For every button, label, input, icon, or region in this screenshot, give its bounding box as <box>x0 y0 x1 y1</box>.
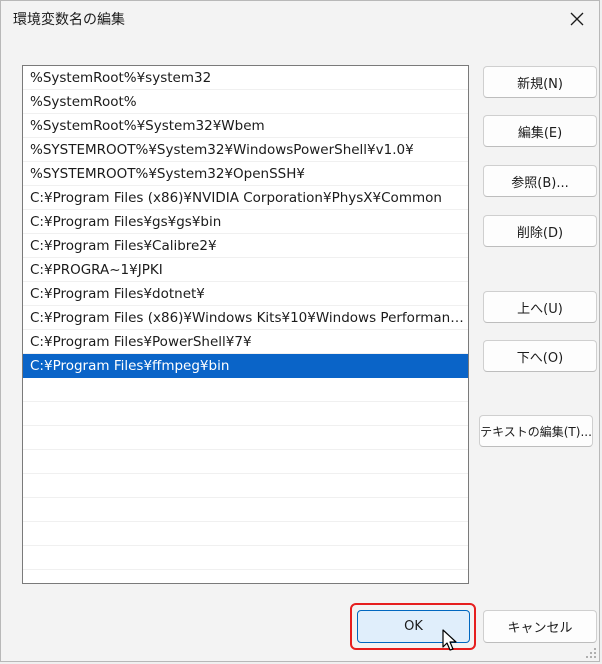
mouse-pointer-icon <box>442 629 457 651</box>
empty-list-row <box>23 546 468 570</box>
move-down-button[interactable]: 下へ(O) <box>483 340 597 372</box>
list-item[interactable]: C:¥Program Files¥dotnet¥ <box>23 282 468 306</box>
edit-text-button[interactable]: テキストの編集(T)... <box>479 415 593 447</box>
empty-list-row <box>23 570 468 583</box>
list-item[interactable]: C:¥Program Files¥PowerShell¥7¥ <box>23 330 468 354</box>
list-item[interactable]: C:¥Program Files (x86)¥NVIDIA Corporatio… <box>23 186 468 210</box>
resize-grip-icon[interactable] <box>585 647 597 659</box>
list-item[interactable]: C:¥Program Files (x86)¥Windows Kits¥10¥W… <box>23 306 468 330</box>
list-item[interactable]: C:¥Program Files¥Calibre2¥ <box>23 234 468 258</box>
close-button[interactable] <box>563 5 591 33</box>
empty-list-row <box>23 426 468 450</box>
list-item[interactable]: %SystemRoot% <box>23 90 468 114</box>
empty-list-row <box>23 522 468 546</box>
cancel-button[interactable]: キャンセル <box>483 610 597 643</box>
dialog-title: 環境変数名の編集 <box>13 12 125 28</box>
empty-list-row <box>23 402 468 426</box>
empty-list-row <box>23 498 468 522</box>
list-item[interactable]: %SystemRoot%¥system32 <box>23 66 468 90</box>
list-item[interactable]: %SystemRoot%¥System32¥Wbem <box>23 114 468 138</box>
empty-list-row <box>23 474 468 498</box>
empty-list-row <box>23 450 468 474</box>
list-item[interactable]: %SYSTEMROOT%¥System32¥WindowsPowerShell¥… <box>23 138 468 162</box>
empty-list-row <box>23 378 468 402</box>
move-up-button[interactable]: 上へ(U) <box>483 291 597 323</box>
browse-button[interactable]: 参照(B)... <box>483 165 597 197</box>
close-icon <box>570 12 584 26</box>
list-item[interactable]: C:¥Program Files¥ffmpeg¥bin <box>23 354 468 378</box>
delete-button[interactable]: 削除(D) <box>483 215 597 247</box>
path-list[interactable]: %SystemRoot%¥system32 %SystemRoot% %System… <box>22 65 469 584</box>
edit-button[interactable]: 編集(E) <box>483 115 597 147</box>
list-item[interactable]: C:¥PROGRA~1¥JPKI <box>23 258 468 282</box>
new-button[interactable]: 新規(N) <box>483 66 597 98</box>
list-item[interactable]: %SYSTEMROOT%¥System32¥OpenSSH¥ <box>23 162 468 186</box>
list-item[interactable]: C:¥Program Files¥gs¥gs¥bin <box>23 210 468 234</box>
edit-env-var-dialog: 環境変数名の編集 %SystemRoot%¥system32 %SystemRoo… <box>0 0 600 662</box>
